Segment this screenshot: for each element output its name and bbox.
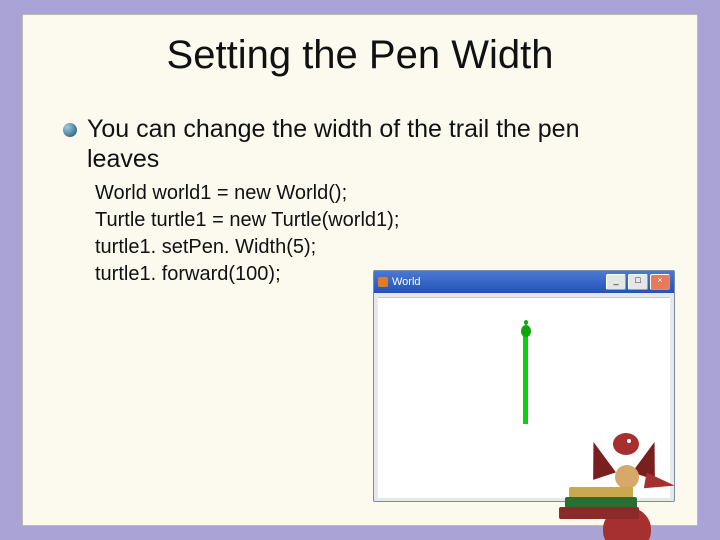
maximize-button[interactable]: □ [628, 274, 648, 290]
slide-content-panel: Setting the Pen Width You can change the… [22, 14, 698, 526]
java-icon [378, 277, 388, 287]
bullet-text: You can change the width of the trail th… [87, 115, 623, 174]
bullet-row: You can change the width of the trail th… [63, 115, 623, 174]
minimize-button[interactable]: _ [606, 274, 626, 290]
world-window-titlebar[interactable]: World _ □ × [374, 271, 674, 293]
books-icon [559, 489, 639, 519]
world-window-title-text: World [392, 276, 421, 288]
slide-title: Setting the Pen Width [23, 33, 697, 78]
code-line-3: turtle1. setPen. Width(5); [95, 234, 623, 261]
pen-trail [523, 336, 528, 424]
window-controls: _ □ × [606, 274, 670, 290]
slide-body: You can change the width of the trail th… [63, 115, 623, 288]
bullet-icon [63, 123, 77, 137]
code-line-2: Turtle turtle1 = new Turtle(world1); [95, 207, 623, 234]
code-line-1: World world1 = new World(); [95, 180, 623, 207]
world-window-title: World [378, 276, 421, 288]
dragon-icon [593, 407, 679, 493]
slide-background: Setting the Pen Width You can change the… [0, 0, 720, 540]
corner-decoration [559, 409, 679, 519]
close-button[interactable]: × [650, 274, 670, 290]
turtle-icon [518, 322, 534, 340]
